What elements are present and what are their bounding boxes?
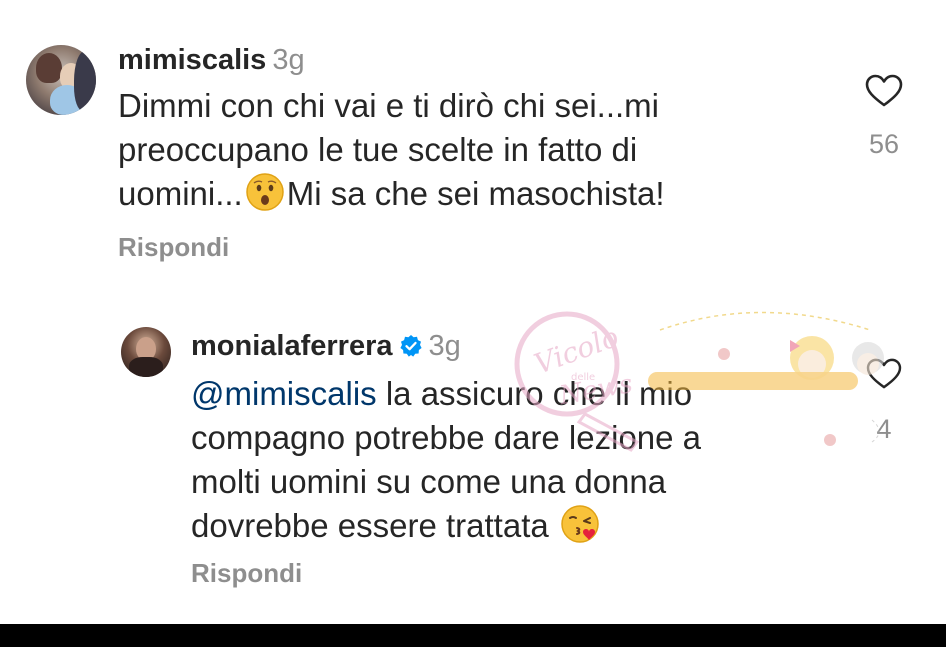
username[interactable]: monialaferrera	[191, 330, 393, 362]
comment-header: monialaferrera 3g	[191, 330, 461, 366]
comment-text: Dimmi con chi vai e ti dirò chi sei...mi…	[118, 84, 665, 223]
hushed-face-icon	[245, 172, 285, 223]
comment-line: molti uomini su come una donna	[191, 463, 667, 500]
comment-line: @mimiscalis la assicuro che il mio	[191, 372, 701, 416]
comment-line-part: la assicuro che il mio	[376, 375, 693, 412]
comment-header: mimiscalis 3g	[118, 44, 305, 77]
comment-line: preoccupano le tue scelte in fatto di	[118, 131, 638, 168]
reply-button[interactable]: Rispondi	[118, 232, 229, 263]
bottom-bar	[0, 624, 946, 647]
heart-icon	[865, 74, 903, 107]
heart-icon	[866, 358, 902, 389]
reply-button[interactable]: Rispondi	[191, 558, 302, 589]
instagram-comments-screen: mimiscalis 3g Dimmi con chi vai e ti dirò…	[0, 0, 946, 647]
avatar-figure	[74, 51, 96, 111]
like-button[interactable]	[866, 358, 902, 395]
like-count: 4	[876, 414, 892, 444]
timestamp: 3g	[272, 44, 305, 76]
comment-text: @mimiscalis la assicuro che il mio compa…	[191, 372, 701, 555]
verified-badge-icon	[399, 333, 423, 366]
avatar-figure	[36, 53, 62, 83]
mention-link[interactable]: @mimiscalis	[191, 375, 377, 412]
avatar-body	[129, 357, 163, 377]
like-count: 56	[868, 129, 900, 159]
comment-line-part: Mi sa che sei masochista!	[286, 175, 665, 212]
comment-line: Dimmi con chi vai e ti dirò chi sei...mi	[118, 87, 659, 124]
comment-line: compagno potrebbe dare lezione a	[191, 419, 702, 456]
comment-line: uomini... Mi sa che sei masochista!	[118, 172, 665, 223]
avatar[interactable]	[26, 45, 96, 115]
avatar[interactable]	[121, 327, 171, 377]
face-blowing-kiss-icon	[560, 504, 600, 555]
timestamp: 3g	[428, 330, 461, 362]
comment-line-part: dovrebbe essere trattata	[191, 507, 549, 544]
username[interactable]: mimiscalis	[118, 44, 266, 76]
like-button[interactable]	[865, 74, 903, 113]
comment-line-part: uomini...	[118, 175, 243, 212]
comment-line: dovrebbe essere trattata	[191, 504, 701, 555]
